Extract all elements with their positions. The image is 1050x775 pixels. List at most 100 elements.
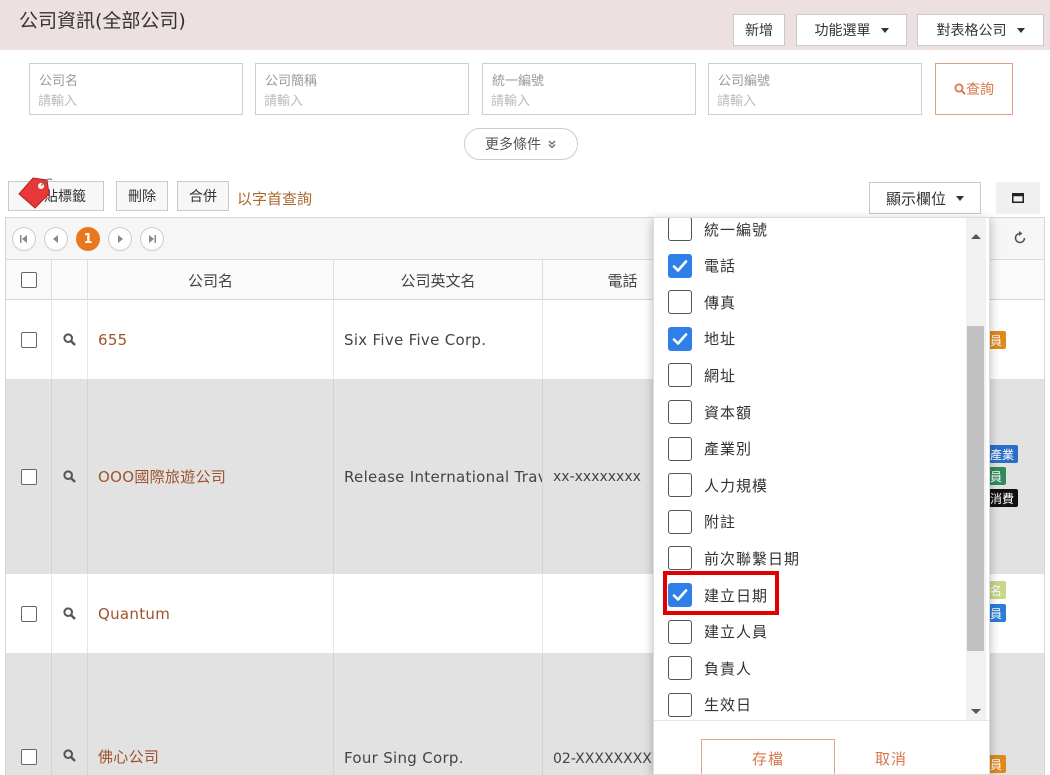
column-option[interactable]: 負責人 bbox=[668, 653, 752, 683]
last-page-icon bbox=[149, 235, 156, 243]
tax-id-field[interactable]: 統一編號 bbox=[482, 63, 696, 115]
function-menu-button[interactable]: 功能選單 bbox=[796, 14, 907, 46]
refresh-icon bbox=[1014, 231, 1026, 244]
column-option[interactable]: 資本額 bbox=[668, 397, 752, 427]
checkbox-icon[interactable] bbox=[668, 436, 692, 461]
prev-page-button[interactable] bbox=[44, 227, 68, 251]
double-chevron-down-icon bbox=[548, 140, 556, 149]
cancel-button[interactable]: 取消 bbox=[854, 739, 928, 774]
column-option[interactable]: 傳真 bbox=[668, 287, 736, 317]
column-option[interactable]: 統一編號 bbox=[668, 218, 768, 244]
merge-button[interactable]: 合併 bbox=[177, 181, 229, 211]
table-company-label: 對表格公司 bbox=[936, 23, 1007, 39]
more-conditions-button[interactable]: 更多條件 bbox=[464, 128, 578, 160]
select-all-checkbox[interactable] bbox=[20, 272, 37, 288]
initial-query-link[interactable]: 以字首查詢 bbox=[237, 188, 312, 209]
company-short-name-field[interactable]: 公司簡稱 bbox=[255, 63, 469, 115]
checkbox-icon[interactable] bbox=[668, 619, 692, 644]
column-option[interactable]: 電話 bbox=[668, 251, 736, 281]
row-name-cell: 655 bbox=[88, 300, 334, 379]
column-option[interactable]: 地址 bbox=[668, 324, 736, 354]
checkbox-icon[interactable] bbox=[668, 509, 692, 534]
column-option-label: 電話 bbox=[704, 257, 737, 276]
company-name-link[interactable]: OOO國際旅遊公司 bbox=[88, 466, 226, 487]
save-button[interactable]: 存檔 bbox=[701, 739, 835, 774]
tax-id-label: 統一編號 bbox=[492, 74, 545, 89]
dropdown-footer: 存檔 取消 bbox=[654, 720, 989, 774]
tax-id-input[interactable] bbox=[491, 92, 687, 110]
column-option-label: 生效日 bbox=[704, 696, 753, 715]
dropdown-scrollbar[interactable] bbox=[966, 218, 986, 720]
search-icon[interactable] bbox=[63, 470, 76, 483]
query-button[interactable]: 查詢 bbox=[935, 63, 1013, 115]
checkbox-checked-icon[interactable] bbox=[668, 326, 692, 351]
checkbox-icon[interactable] bbox=[668, 218, 692, 241]
checkbox-icon[interactable] bbox=[668, 692, 692, 717]
row-checkbox[interactable] bbox=[20, 605, 37, 622]
add-button[interactable]: 新增 bbox=[733, 14, 785, 46]
maximize-icon bbox=[1012, 193, 1024, 203]
column-option-label: 負責人 bbox=[704, 659, 753, 678]
delete-button-label: 刪除 bbox=[128, 189, 156, 205]
more-conditions-label: 更多條件 bbox=[485, 137, 541, 153]
company-number-field[interactable]: 公司編號 bbox=[708, 63, 922, 115]
checkbox-icon[interactable] bbox=[668, 363, 692, 388]
company-name-input[interactable] bbox=[38, 92, 234, 110]
company-name-label: 公司名 bbox=[39, 74, 79, 89]
column-option[interactable]: 生效日 bbox=[668, 690, 752, 720]
column-option[interactable]: 產業別 bbox=[668, 434, 752, 464]
row-english-name-cell: Four Sing Corp. bbox=[334, 654, 543, 775]
column-option[interactable]: 人力規模 bbox=[668, 470, 768, 500]
search-icon[interactable] bbox=[63, 607, 76, 620]
checkbox-icon[interactable] bbox=[668, 400, 692, 424]
english-name-text: Four Sing Corp. bbox=[344, 749, 464, 767]
display-columns-button[interactable]: 顯示欄位 bbox=[869, 182, 981, 214]
scroll-down-icon[interactable] bbox=[971, 709, 981, 714]
checkbox-icon[interactable] bbox=[668, 546, 692, 571]
column-option[interactable]: 附註 bbox=[668, 507, 736, 537]
checkbox-icon[interactable] bbox=[668, 656, 692, 681]
company-number-input[interactable] bbox=[717, 92, 913, 110]
maximize-button[interactable] bbox=[996, 182, 1040, 214]
row-checkbox[interactable] bbox=[20, 468, 37, 485]
merge-button-label: 合併 bbox=[189, 189, 217, 205]
company-name-link[interactable]: 佛心公司 bbox=[88, 746, 159, 767]
refresh-button[interactable] bbox=[1010, 228, 1030, 248]
company-short-name-input[interactable] bbox=[264, 92, 460, 110]
column-header-company-name[interactable]: 公司名 bbox=[88, 260, 334, 300]
search-icon[interactable] bbox=[63, 333, 76, 346]
table-company-button[interactable]: 對表格公司 bbox=[917, 14, 1044, 46]
column-option[interactable]: 前次聯繫日期 bbox=[668, 543, 800, 573]
tag-button[interactable]: 貼標籤 bbox=[8, 177, 104, 211]
app-window: 公司資訊(全部公司) 新增 功能選單 對表格公司 公司名 公司簡稱 統一編號 公… bbox=[0, 0, 1050, 775]
scrollbar-thumb[interactable] bbox=[967, 326, 984, 651]
company-name-field[interactable]: 公司名 bbox=[29, 63, 243, 115]
checkbox-checked-icon[interactable] bbox=[668, 253, 692, 278]
company-short-name-label: 公司簡稱 bbox=[265, 74, 318, 89]
search-icon[interactable] bbox=[63, 749, 76, 762]
row-checkbox-cell bbox=[6, 300, 52, 379]
column-option[interactable]: 建立人員 bbox=[668, 617, 768, 647]
column-header-english-name[interactable]: 公司英文名 bbox=[334, 260, 543, 300]
checkbox-icon[interactable] bbox=[668, 290, 692, 315]
last-page-button[interactable] bbox=[140, 227, 164, 251]
company-name-link[interactable]: 655 bbox=[88, 331, 128, 349]
first-page-button[interactable] bbox=[12, 227, 36, 251]
next-page-button[interactable] bbox=[108, 227, 132, 251]
checkbox-icon[interactable] bbox=[668, 473, 692, 498]
query-button-label: 查詢 bbox=[966, 82, 994, 98]
row-view-cell bbox=[52, 300, 88, 379]
delete-button[interactable]: 刪除 bbox=[116, 181, 168, 211]
search-icon bbox=[954, 83, 966, 95]
column-option-label: 網址 bbox=[704, 366, 737, 385]
company-name-link[interactable]: Quantum bbox=[88, 605, 170, 623]
column-option-label: 統一編號 bbox=[704, 220, 769, 239]
chevron-down-icon bbox=[956, 195, 964, 201]
row-checkbox[interactable] bbox=[20, 331, 37, 348]
row-english-name-cell: Six Five Five Corp. bbox=[334, 300, 543, 379]
scroll-up-icon[interactable] bbox=[971, 234, 981, 239]
row-checkbox[interactable] bbox=[20, 749, 37, 765]
page-button-1[interactable]: 1 bbox=[76, 227, 100, 251]
select-all-cell bbox=[6, 260, 52, 300]
column-option[interactable]: 網址 bbox=[668, 360, 736, 390]
